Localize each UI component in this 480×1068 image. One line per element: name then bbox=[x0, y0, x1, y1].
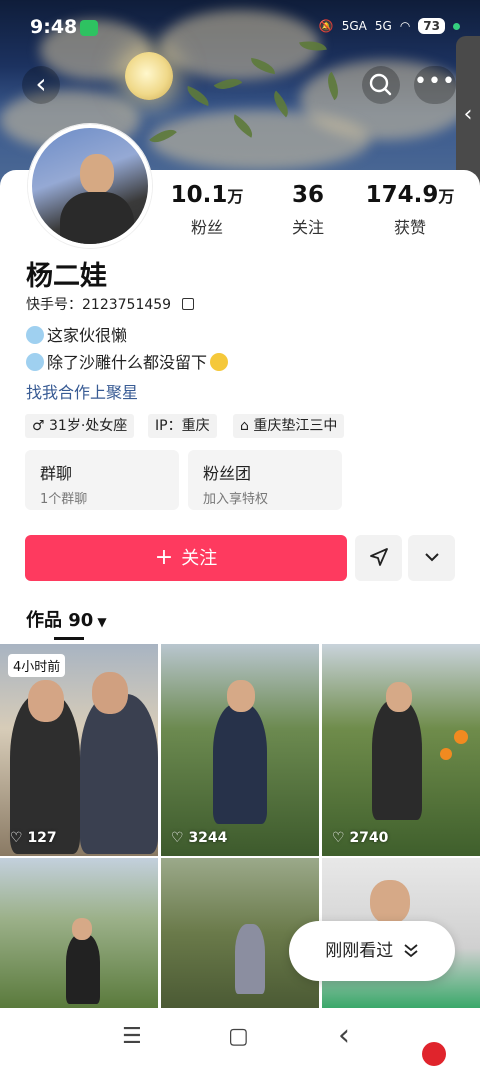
mute-icon: 🔕 bbox=[318, 19, 334, 33]
home-icon[interactable]: ▢ bbox=[228, 1024, 249, 1049]
ip-tag[interactable]: IP：重庆 bbox=[148, 414, 217, 438]
likes-unit: 万 bbox=[438, 187, 455, 206]
likes-stat[interactable]: 174.9万 获赞 bbox=[360, 182, 460, 238]
fan-club-card[interactable]: 粉丝团 加入享特权 bbox=[188, 450, 342, 510]
collab-link[interactable]: 找我合作上聚星 bbox=[26, 379, 138, 403]
back-icon: ‹ bbox=[35, 67, 47, 100]
avatar-body bbox=[60, 192, 134, 244]
fan-club-sub: 加入享特权 bbox=[203, 492, 269, 507]
video-likes: ♡ 3244 bbox=[171, 830, 228, 846]
user-id-value: 2123751459 bbox=[82, 297, 172, 313]
male-icon: ♂ bbox=[32, 418, 45, 434]
tab-works[interactable]: 作品 90 ▼ bbox=[26, 606, 107, 632]
chevron-left-icon: ‹ bbox=[463, 102, 473, 127]
follow-label: 关注 bbox=[181, 548, 218, 569]
copy-icon[interactable] bbox=[181, 298, 194, 310]
grimace-emoji-icon bbox=[26, 326, 44, 344]
double-chevron-down-icon bbox=[404, 944, 418, 958]
avatar-face bbox=[80, 154, 114, 194]
graduation-cap-icon: ⌂ bbox=[240, 418, 249, 434]
status-bar: 9:48 🔕 5GA 5G ◠ 73 bbox=[0, 0, 480, 58]
likes-count: 174.9 bbox=[365, 182, 439, 208]
fan-club-title: 粉丝团 bbox=[203, 464, 252, 483]
recent-badge: 4小时前 bbox=[8, 654, 66, 677]
profile-name: 杨二娃 bbox=[26, 261, 107, 292]
group-chat-card[interactable]: 群聊 1个群聊 bbox=[25, 450, 179, 510]
dropdown-icon: ▼ bbox=[97, 615, 107, 629]
group-chat-title: 群聊 bbox=[40, 464, 73, 483]
group-chat-sub: 1个群聊 bbox=[40, 492, 88, 507]
grimace-emoji-icon bbox=[26, 353, 44, 371]
search-button[interactable] bbox=[362, 66, 400, 104]
video-likes: ♡ 2740 bbox=[332, 830, 389, 846]
send-icon bbox=[369, 548, 388, 566]
following-label: 关注 bbox=[291, 218, 324, 237]
plus-icon: + bbox=[154, 545, 174, 570]
battery-indicator: 73 bbox=[418, 18, 445, 34]
user-id-label: 快手号： bbox=[26, 297, 82, 313]
share-button[interactable] bbox=[355, 535, 402, 581]
avatar[interactable] bbox=[28, 124, 152, 248]
video-thumbnail[interactable]: ♡ 2740 bbox=[322, 644, 480, 856]
video-thumbnail[interactable] bbox=[0, 858, 158, 1008]
screen-record-icon[interactable] bbox=[422, 1042, 446, 1066]
video-likes: ♡ 127 bbox=[10, 830, 57, 846]
status-time: 9:48 bbox=[30, 16, 78, 38]
recently-viewed-button[interactable]: 刚刚看过 bbox=[289, 921, 455, 981]
status-icons: 🔕 5GA 5G ◠ 73 bbox=[319, 18, 460, 34]
user-id[interactable]: 快手号：2123751459 bbox=[26, 294, 194, 314]
bio-line-2: 除了沙雕什么都没留下 bbox=[26, 349, 231, 373]
bio-line-1: 这家伙很懒 bbox=[26, 322, 127, 346]
expand-button[interactable] bbox=[408, 535, 455, 581]
crying-emoji-icon bbox=[210, 353, 229, 371]
wechat-notification-icon bbox=[80, 20, 98, 36]
more-icon: ••• bbox=[414, 69, 456, 94]
fans-label: 粉丝 bbox=[190, 218, 223, 237]
back-nav-icon[interactable]: ‹ bbox=[338, 1018, 350, 1053]
fans-stat[interactable]: 10.1万 粉丝 bbox=[166, 182, 248, 238]
age-tag[interactable]: ♂ 31岁·处女座 bbox=[25, 414, 135, 438]
likes-label: 获赞 bbox=[393, 218, 426, 237]
battery-charging-dot bbox=[453, 22, 460, 30]
moon-image bbox=[125, 52, 173, 100]
following-count: 36 bbox=[291, 182, 324, 208]
follow-button[interactable]: + 关注 bbox=[25, 535, 347, 581]
fans-unit: 万 bbox=[227, 187, 244, 206]
back-button[interactable]: ‹ bbox=[22, 66, 60, 104]
wifi-icon: ◠ bbox=[399, 19, 411, 33]
tab-underline bbox=[54, 637, 84, 640]
following-stat[interactable]: 36 关注 bbox=[274, 182, 342, 238]
signal-5g: 5G bbox=[374, 19, 392, 33]
video-thumbnail[interactable]: ♡ 3244 bbox=[161, 644, 319, 856]
signal-5ga: 5GA bbox=[341, 19, 367, 33]
chevron-down-icon bbox=[424, 553, 439, 562]
works-count: 90 bbox=[68, 610, 94, 631]
more-options-button[interactable]: ••• bbox=[414, 66, 456, 104]
search-icon bbox=[369, 73, 392, 96]
school-tag[interactable]: ⌂ 重庆垫江三中 bbox=[233, 414, 345, 438]
fans-count: 10.1 bbox=[170, 182, 228, 208]
menu-icon[interactable]: ☰ bbox=[122, 1024, 142, 1049]
